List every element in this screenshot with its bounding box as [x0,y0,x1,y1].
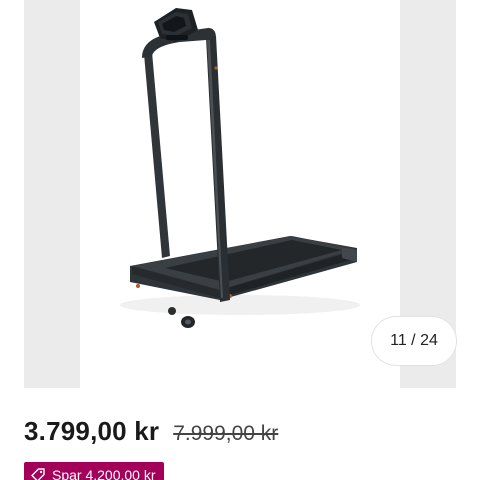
savings-badge: Spar 4.200,00 kr [24,462,164,480]
image-gallery[interactable]: 11 / 24 [24,0,457,388]
treadmill-image [120,8,360,328]
savings-text: Spar 4.200,00 kr [52,467,156,480]
tag-icon [30,467,46,480]
price-row: 3.799,00 kr 7.999,00 kr [24,416,278,447]
current-price: 3.799,00 kr [24,416,160,446]
image-counter[interactable]: 11 / 24 [371,316,457,366]
original-price: 7.999,00 kr [173,422,279,445]
product-page: 11 / 24 3.799,00 kr 7.999,00 kr Spar 4.2… [0,0,480,480]
gallery-slide[interactable] [80,0,400,388]
